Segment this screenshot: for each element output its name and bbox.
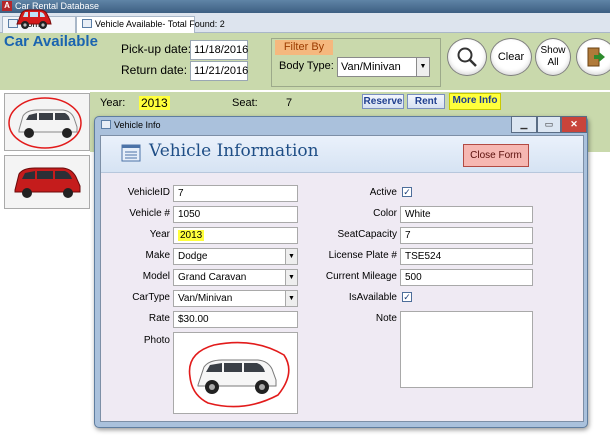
seatcapacity-label: SeatCapacity: [337, 229, 397, 240]
maximize-icon[interactable]: ▭: [537, 116, 561, 133]
vehicle-number-field[interactable]: 1050: [173, 206, 298, 223]
color-label: Color: [373, 208, 397, 219]
make-label: Make: [145, 250, 170, 261]
chevron-down-icon[interactable]: ▼: [416, 58, 429, 76]
note-label: Note: [375, 313, 397, 324]
isavailable-checkbox[interactable]: ✓: [402, 292, 412, 302]
photo-frame[interactable]: [173, 332, 298, 414]
body-type-select[interactable]: Van/Minivan ▼: [337, 57, 430, 77]
clear-button[interactable]: Clear: [490, 38, 532, 76]
exit-door-icon: [587, 47, 605, 67]
car-available-title: Car Available: [4, 33, 98, 50]
seatcapacity-field[interactable]: 7: [400, 227, 533, 244]
year-label: Year:: [100, 97, 126, 109]
license-plate-label: License Plate #: [328, 250, 397, 261]
rate-field[interactable]: $30.00: [173, 311, 298, 328]
model-value: Grand Caravan: [178, 272, 247, 283]
active-checkbox[interactable]: ✓: [402, 187, 412, 197]
tab-vehicle-available[interactable]: Vehicle Available- Total Found: 2: [76, 16, 225, 33]
document-tabs: Home Vehicle Available- Total Found: 2: [0, 13, 610, 33]
license-plate-field[interactable]: TSE524: [400, 248, 533, 265]
active-label: Active: [369, 187, 397, 198]
photo-label: Photo: [143, 335, 170, 346]
dialog-window-title: Vehicle Info: [114, 120, 161, 130]
search-icon: [457, 47, 477, 67]
pickup-label: Pick-up date:: [121, 42, 192, 56]
exit-button[interactable]: [576, 38, 610, 76]
minimize-icon[interactable]: ▁: [511, 116, 537, 133]
year-field-value: 2013: [178, 230, 205, 241]
reserve-button[interactable]: Reserve: [362, 94, 404, 109]
white-minivan-image: [8, 97, 82, 149]
white-minivan-photo: [188, 341, 290, 408]
seat-label: Seat:: [232, 97, 258, 109]
year-field[interactable]: 2013: [173, 227, 298, 244]
vehicle-info-form: Vehicle Information Close Form VehicleID…: [100, 135, 584, 422]
tab-vehicle-available-label: Vehicle Available- Total Found: 2: [95, 19, 225, 29]
form-icon: [121, 144, 141, 162]
vehicleid-field[interactable]: 7: [173, 185, 298, 202]
model-select[interactable]: Grand Caravan ▼: [173, 269, 298, 286]
form-icon: [82, 19, 92, 28]
isavailable-label: IsAvailable: [348, 292, 397, 303]
year-field-label: Year: [149, 229, 170, 240]
search-button[interactable]: [447, 38, 487, 76]
app-title-bar: A Car Rental Database: [0, 0, 610, 13]
seat-value: 7: [286, 97, 293, 109]
access-app-icon: A: [2, 1, 12, 11]
model-label: Model: [142, 271, 170, 282]
return-label: Return date:: [121, 63, 188, 77]
vehicle-thumbnail-white-van[interactable]: [4, 93, 90, 151]
color-field[interactable]: White: [400, 206, 533, 223]
chevron-down-icon[interactable]: ▼: [285, 249, 297, 264]
rent-button[interactable]: Rent: [407, 94, 445, 109]
return-date-field[interactable]: 11/21/2016: [190, 61, 248, 81]
vehicle-information-heading: Vehicle Information: [149, 141, 319, 161]
vehicle-info-dialog: Vehicle Info ▁ ▭ ✕ Vehicle Information C…: [94, 116, 588, 428]
form-header-band: Vehicle Information Close Form: [101, 136, 583, 173]
cartype-select[interactable]: Van/Minivan ▼: [173, 290, 298, 307]
body-type-value: Van/Minivan: [341, 61, 401, 73]
vehicle-thumbnail-red-van[interactable]: [4, 155, 90, 209]
year-value: 2013: [139, 96, 170, 110]
body-type-label: Body Type:: [279, 60, 334, 72]
pickup-date-field[interactable]: 11/18/2016: [190, 40, 248, 60]
make-value: Dodge: [178, 251, 208, 262]
cartype-value: Van/Minivan: [178, 293, 233, 304]
filter-by-label: Filter By: [275, 40, 333, 55]
current-mileage-label: Current Mileage: [325, 271, 397, 282]
form-icon: [101, 120, 111, 129]
chevron-down-icon[interactable]: ▼: [285, 291, 297, 306]
note-field[interactable]: [400, 311, 533, 388]
cartype-label: CarType: [132, 292, 170, 303]
make-select[interactable]: Dodge ▼: [173, 248, 298, 265]
rate-label: Rate: [148, 313, 170, 324]
current-mileage-field[interactable]: 500: [400, 269, 533, 286]
chevron-down-icon[interactable]: ▼: [285, 270, 297, 285]
red-minivan-image: [14, 167, 81, 198]
close-form-button[interactable]: Close Form: [463, 144, 529, 167]
more-info-button[interactable]: More Info: [449, 93, 501, 110]
close-icon[interactable]: ✕: [561, 116, 587, 133]
red-car-icon: [16, 9, 52, 29]
vehicle-number-label: Vehicle #: [129, 208, 170, 219]
show-all-button[interactable]: Show All: [535, 38, 571, 76]
vehicleid-label: VehicleID: [127, 187, 170, 198]
dialog-title-bar: Vehicle Info: [101, 120, 161, 130]
